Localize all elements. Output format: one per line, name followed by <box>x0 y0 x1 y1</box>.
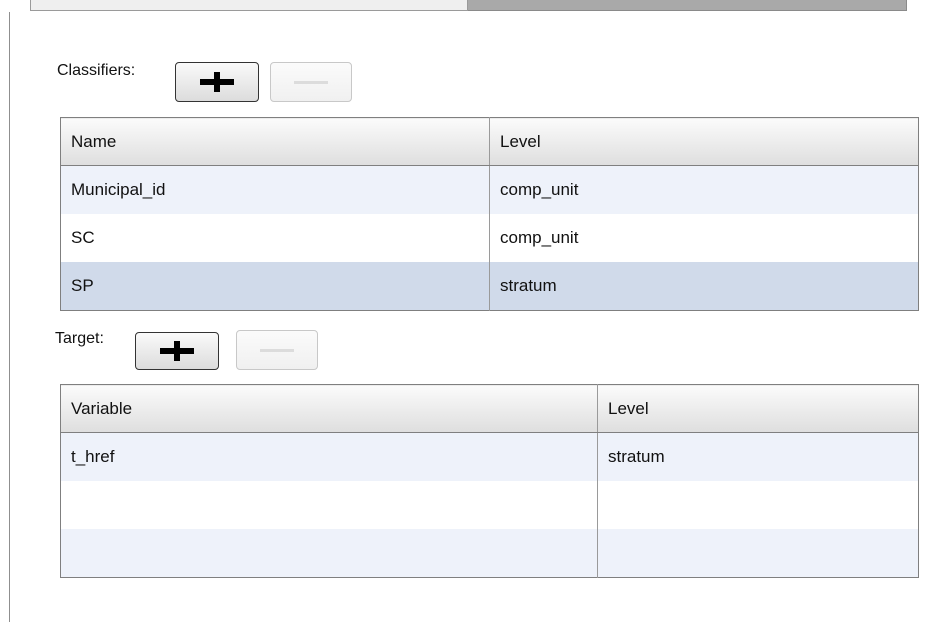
table-row[interactable] <box>60 481 919 529</box>
cell-variable[interactable] <box>60 529 598 578</box>
add-classifier-button[interactable] <box>175 62 259 102</box>
table-header-row: Name Level <box>60 117 919 166</box>
column-header-variable[interactable]: Variable <box>60 384 598 433</box>
target-label: Target: <box>55 330 104 347</box>
cell-name[interactable]: Municipal_id <box>60 165 490 214</box>
classifiers-table: Name Level Municipal_id comp_unit SC com… <box>60 117 919 311</box>
add-target-button[interactable] <box>135 332 219 370</box>
minus-icon <box>294 80 328 84</box>
cell-level[interactable]: stratum <box>489 262 919 311</box>
cell-level[interactable]: stratum <box>597 432 919 481</box>
remove-classifier-button[interactable] <box>270 62 352 102</box>
column-header-name[interactable]: Name <box>60 117 490 166</box>
panel-border-left <box>9 12 10 622</box>
plus-icon <box>160 341 194 361</box>
table-row-selected[interactable]: SP stratum <box>60 262 919 311</box>
column-header-level[interactable]: Level <box>597 384 919 433</box>
classifiers-label: Classifiers: <box>57 62 136 79</box>
tab-1[interactable] <box>30 0 468 11</box>
tab-strip <box>30 0 907 12</box>
cell-name[interactable]: SP <box>60 262 490 311</box>
cell-name[interactable]: SC <box>60 214 490 262</box>
minus-icon <box>260 348 294 352</box>
table-header-row: Variable Level <box>60 384 919 433</box>
target-table: Variable Level t_href stratum <box>60 384 919 578</box>
cell-level[interactable]: comp_unit <box>489 214 919 262</box>
table-row[interactable]: SC comp_unit <box>60 214 919 262</box>
table-row[interactable] <box>60 529 919 578</box>
plus-icon <box>200 72 234 92</box>
cell-variable[interactable] <box>60 481 598 529</box>
cell-variable[interactable]: t_href <box>60 432 598 481</box>
column-header-level[interactable]: Level <box>489 117 919 166</box>
remove-target-button[interactable] <box>236 330 318 370</box>
table-row[interactable]: t_href stratum <box>60 432 919 481</box>
tab-2[interactable] <box>468 0 907 11</box>
cell-level[interactable]: comp_unit <box>489 165 919 214</box>
cell-level[interactable] <box>597 481 919 529</box>
cell-level[interactable] <box>597 529 919 578</box>
table-row[interactable]: Municipal_id comp_unit <box>60 165 919 214</box>
